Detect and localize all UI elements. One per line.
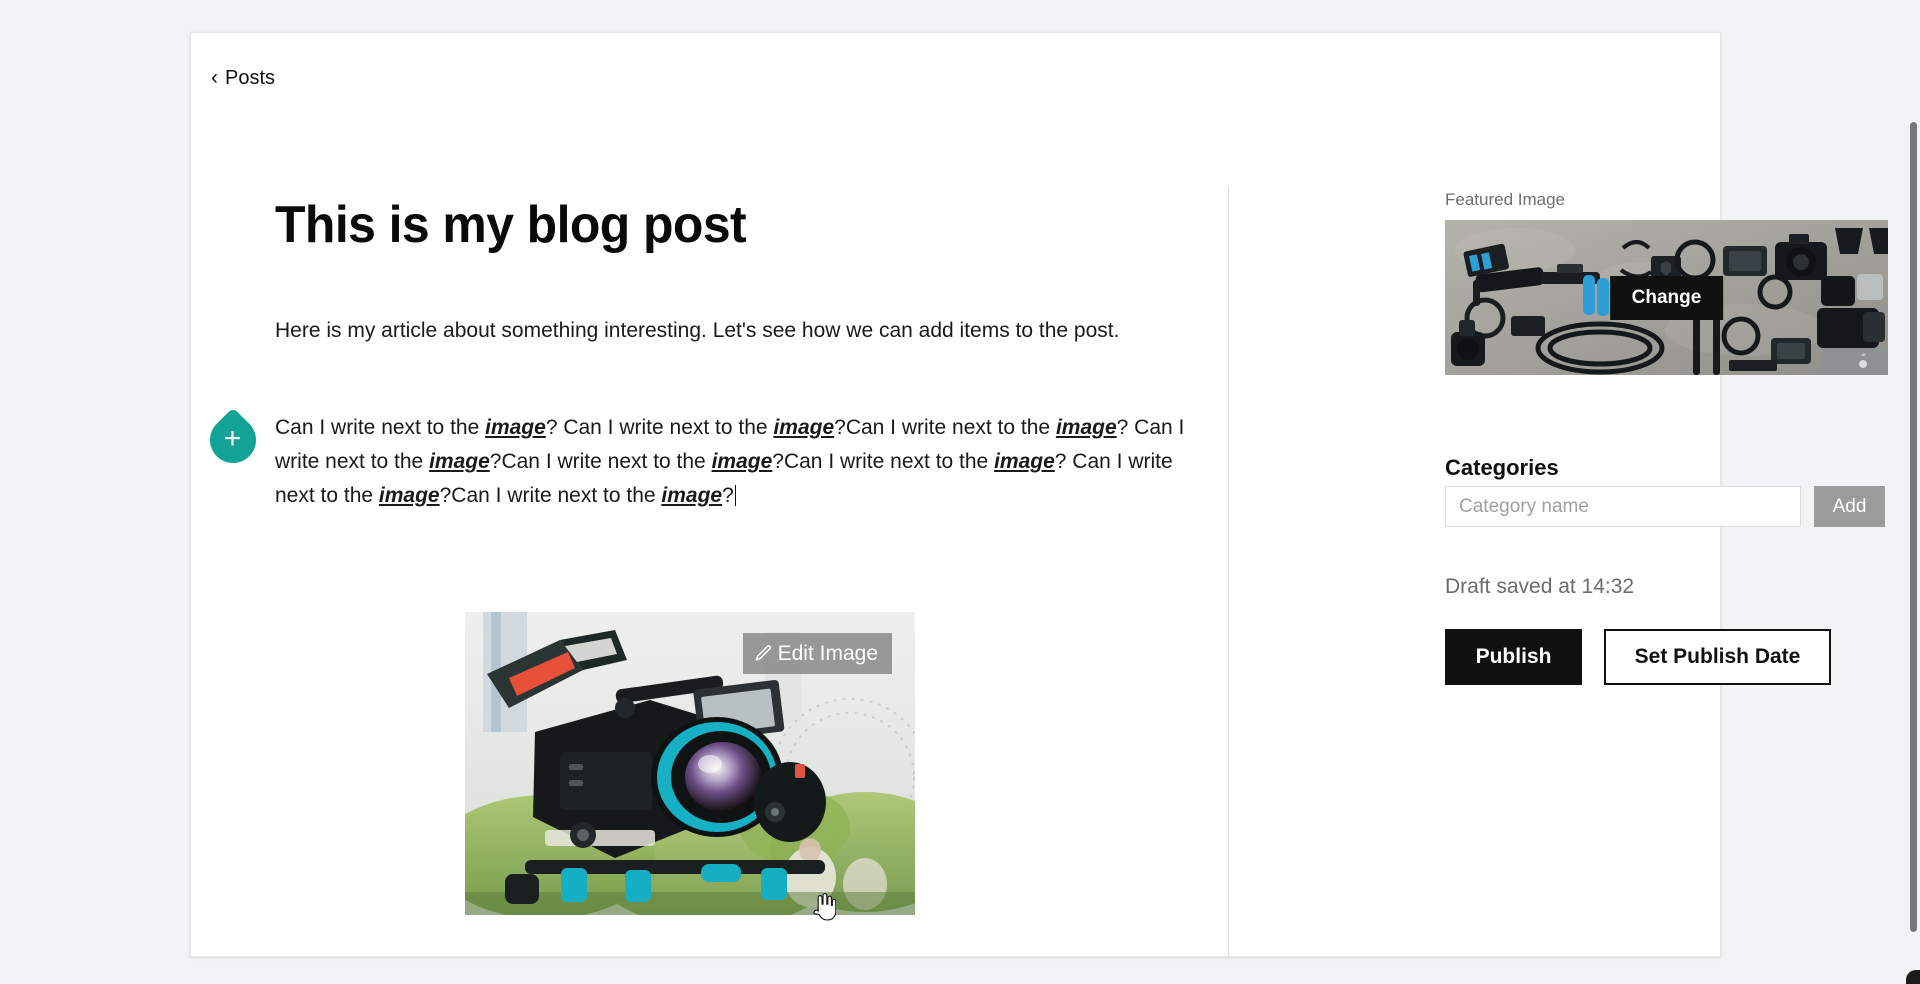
scrollbar-thumb[interactable] (1910, 122, 1917, 932)
page-title[interactable]: This is my blog post (275, 198, 747, 253)
post-settings-sidebar: Featured Image Change Categories Categor… (1228, 33, 1888, 958)
edit-image-button[interactable]: Edit Image (742, 633, 892, 674)
image-keyword: image (378, 484, 440, 508)
image-keyword: image (429, 450, 490, 474)
vertical-scrollbar[interactable] (1906, 0, 1920, 984)
text-caret (734, 485, 736, 507)
image-keyword: image (994, 450, 1055, 474)
inline-image-block[interactable]: Edit Image (465, 612, 915, 915)
editor-card: ‹ Posts This is my blog post Here is my … (190, 32, 1888, 958)
categories-row: Add (1445, 486, 1885, 527)
image-keyword: image (661, 484, 723, 508)
image-keyword: image (1055, 416, 1117, 439)
chevron-left-icon: ‹ (211, 66, 218, 89)
add-category-button[interactable]: Add (1814, 486, 1885, 527)
body-paragraph[interactable]: Can I write next to the image? Can I wri… (275, 411, 1185, 513)
draft-saved-status: Draft saved at 14:32 (1445, 575, 1635, 598)
featured-image-label: Featured Image (1445, 190, 1566, 209)
image-keyword: image (711, 450, 773, 474)
publish-actions: Publish Set Publish Date (1445, 629, 1831, 685)
edit-image-label: Edit Image (777, 641, 878, 665)
set-publish-date-button[interactable]: Set Publish Date (1604, 629, 1831, 685)
add-block-button[interactable]: + (200, 407, 266, 473)
categories-heading: Categories (1445, 455, 1559, 480)
category-name-input[interactable] (1445, 486, 1801, 527)
plus-icon: + (223, 422, 242, 455)
featured-image-preview[interactable]: Change (1445, 220, 1888, 375)
corner-resize-marker (1906, 970, 1920, 984)
image-keyword: image (773, 416, 835, 439)
sidebar-divider (1228, 187, 1229, 957)
pencil-icon (755, 645, 771, 661)
publish-button[interactable]: Publish (1445, 629, 1582, 685)
intro-paragraph[interactable]: Here is my article about something inter… (275, 316, 1185, 346)
back-to-posts-link[interactable]: ‹ Posts (211, 67, 275, 90)
change-featured-image-button[interactable]: Change (1609, 275, 1724, 320)
image-keyword: image (485, 416, 546, 439)
post-content-column: This is my blog post Here is my article … (191, 153, 1228, 958)
body-text: Can I write next to the image? Can I wri… (275, 416, 1185, 508)
back-to-posts-label: Posts (225, 67, 276, 89)
